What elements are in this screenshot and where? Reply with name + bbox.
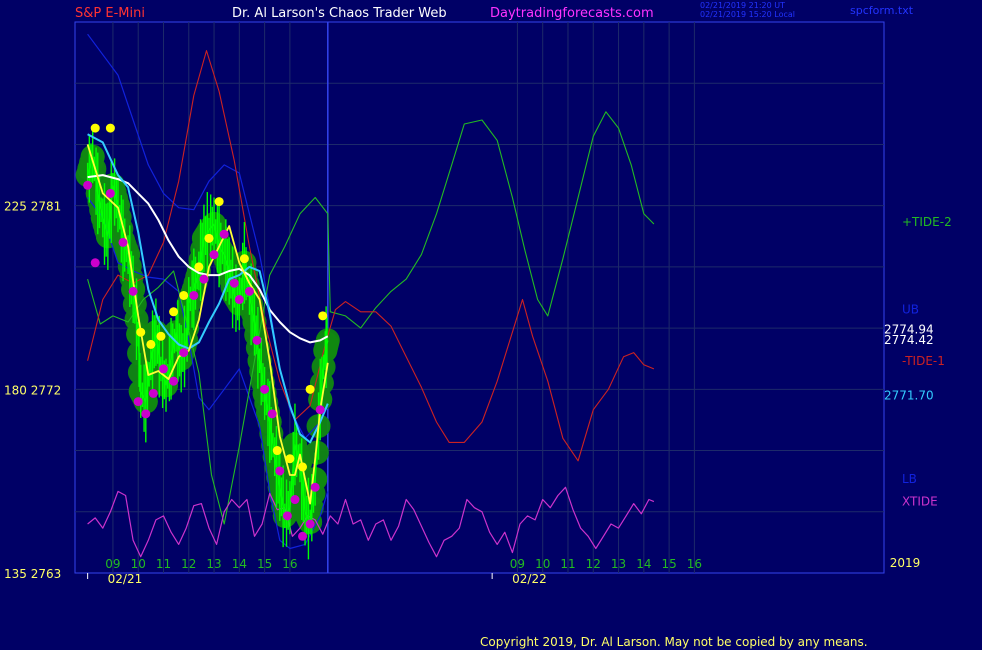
yellow-dot xyxy=(214,197,224,207)
magenta-dot xyxy=(298,531,308,541)
yellow-dot xyxy=(156,331,166,341)
magenta-dot xyxy=(83,180,93,190)
x-tick-label: 10 xyxy=(131,557,146,571)
magenta-dot xyxy=(234,295,244,305)
yellow-dot xyxy=(272,446,282,456)
right-label: UB xyxy=(902,303,919,317)
footer-copyright: Copyright 2019, Dr. Al Larson. May not b… xyxy=(480,635,868,649)
chart-stage: 09 10 11 12 13 14 15 16 09 10 11 12 13 14 15 16 02/21 02/… xyxy=(0,0,982,650)
yellow-dot xyxy=(204,233,214,243)
x-tick-label: 10 xyxy=(535,557,550,571)
year-label: 2019 xyxy=(890,556,921,570)
yellow-dot xyxy=(305,384,315,394)
x-tick-label: 16 xyxy=(282,557,297,571)
magenta-dot xyxy=(260,384,270,394)
yellow-dot xyxy=(146,339,156,349)
x-tick-label: 13 xyxy=(206,557,221,571)
magenta-dot xyxy=(310,482,320,492)
right-label: LB xyxy=(902,472,917,486)
magenta-dot xyxy=(105,188,115,198)
y-axis-label: 225 2781 xyxy=(4,200,61,214)
right-label: -TIDE-1 xyxy=(902,354,945,368)
y-axis-label: 180 2772 xyxy=(4,383,61,397)
yellow-dot xyxy=(169,307,179,317)
magenta-dot xyxy=(118,237,128,247)
magenta-dot xyxy=(169,376,179,386)
magenta-dot xyxy=(282,511,292,521)
yellow-dot xyxy=(105,123,115,133)
yellow-dot xyxy=(194,262,204,272)
magenta-dot xyxy=(229,278,239,288)
magenta-dot xyxy=(244,286,254,296)
yellow-dot xyxy=(90,123,100,133)
header-symbol: S&P E-Mini xyxy=(75,6,145,21)
magenta-dot xyxy=(315,405,325,415)
header-file: spcform.txt xyxy=(850,4,914,17)
date-label: 02/21 xyxy=(108,572,143,586)
header-timestamp-local: 02/21/2019 15:20 Local xyxy=(700,10,795,19)
x-tick-label: 12 xyxy=(181,557,196,571)
header-site: Daytradingforecasts.com xyxy=(490,6,654,21)
magenta-dot xyxy=(219,229,229,239)
magenta-dot xyxy=(305,519,315,529)
right-label: 2774.42 xyxy=(884,333,934,347)
date-label: 02/22 xyxy=(512,572,547,586)
x-tick-label: 15 xyxy=(257,557,272,571)
magenta-dot xyxy=(252,335,262,345)
magenta-dot xyxy=(90,258,100,268)
magenta-dot xyxy=(141,409,151,419)
header-timestamp-ut: 02/21/2019 21:20 UT xyxy=(700,1,785,10)
yellow-dot xyxy=(298,462,308,472)
magenta-dot xyxy=(128,286,138,296)
yellow-dot xyxy=(136,327,146,337)
x-tick-label: 09 xyxy=(105,557,120,571)
magenta-dot xyxy=(199,274,209,284)
x-tick-label: 15 xyxy=(661,557,676,571)
yellow-dot xyxy=(285,454,295,464)
header-title: Dr. Al Larson's Chaos Trader Web xyxy=(232,6,447,21)
magenta-dot xyxy=(179,348,189,358)
magenta-dot xyxy=(209,250,219,260)
x-tick-label: 12 xyxy=(586,557,601,571)
yellow-dot xyxy=(179,290,189,300)
right-label: 2771.70 xyxy=(884,388,934,402)
x-tick-label: 09 xyxy=(510,557,525,571)
y-axis-label: 135 2763 xyxy=(4,567,61,581)
chart-svg: 09 10 11 12 13 14 15 16 09 10 11 12 13 14 15 16 02/21 02/… xyxy=(4,1,952,649)
x-tick-label: 11 xyxy=(560,557,575,571)
yellow-dot xyxy=(239,254,249,264)
magenta-dot xyxy=(275,466,285,476)
x-tick-label: 13 xyxy=(611,557,626,571)
x-tick-label: 16 xyxy=(687,557,702,571)
x-tick-label: 14 xyxy=(636,557,651,571)
yellow-dot xyxy=(318,311,328,321)
magenta-dot xyxy=(290,495,300,505)
magenta-dot xyxy=(189,290,199,300)
right-label: XTIDE xyxy=(902,495,938,509)
magenta-dot xyxy=(133,397,143,407)
right-label: +TIDE-2 xyxy=(902,215,952,229)
magenta-dot xyxy=(267,409,277,419)
magenta-dot xyxy=(148,388,158,398)
magenta-dot xyxy=(158,364,168,374)
x-tick-label: 14 xyxy=(232,557,247,571)
x-tick-label: 11 xyxy=(156,557,171,571)
